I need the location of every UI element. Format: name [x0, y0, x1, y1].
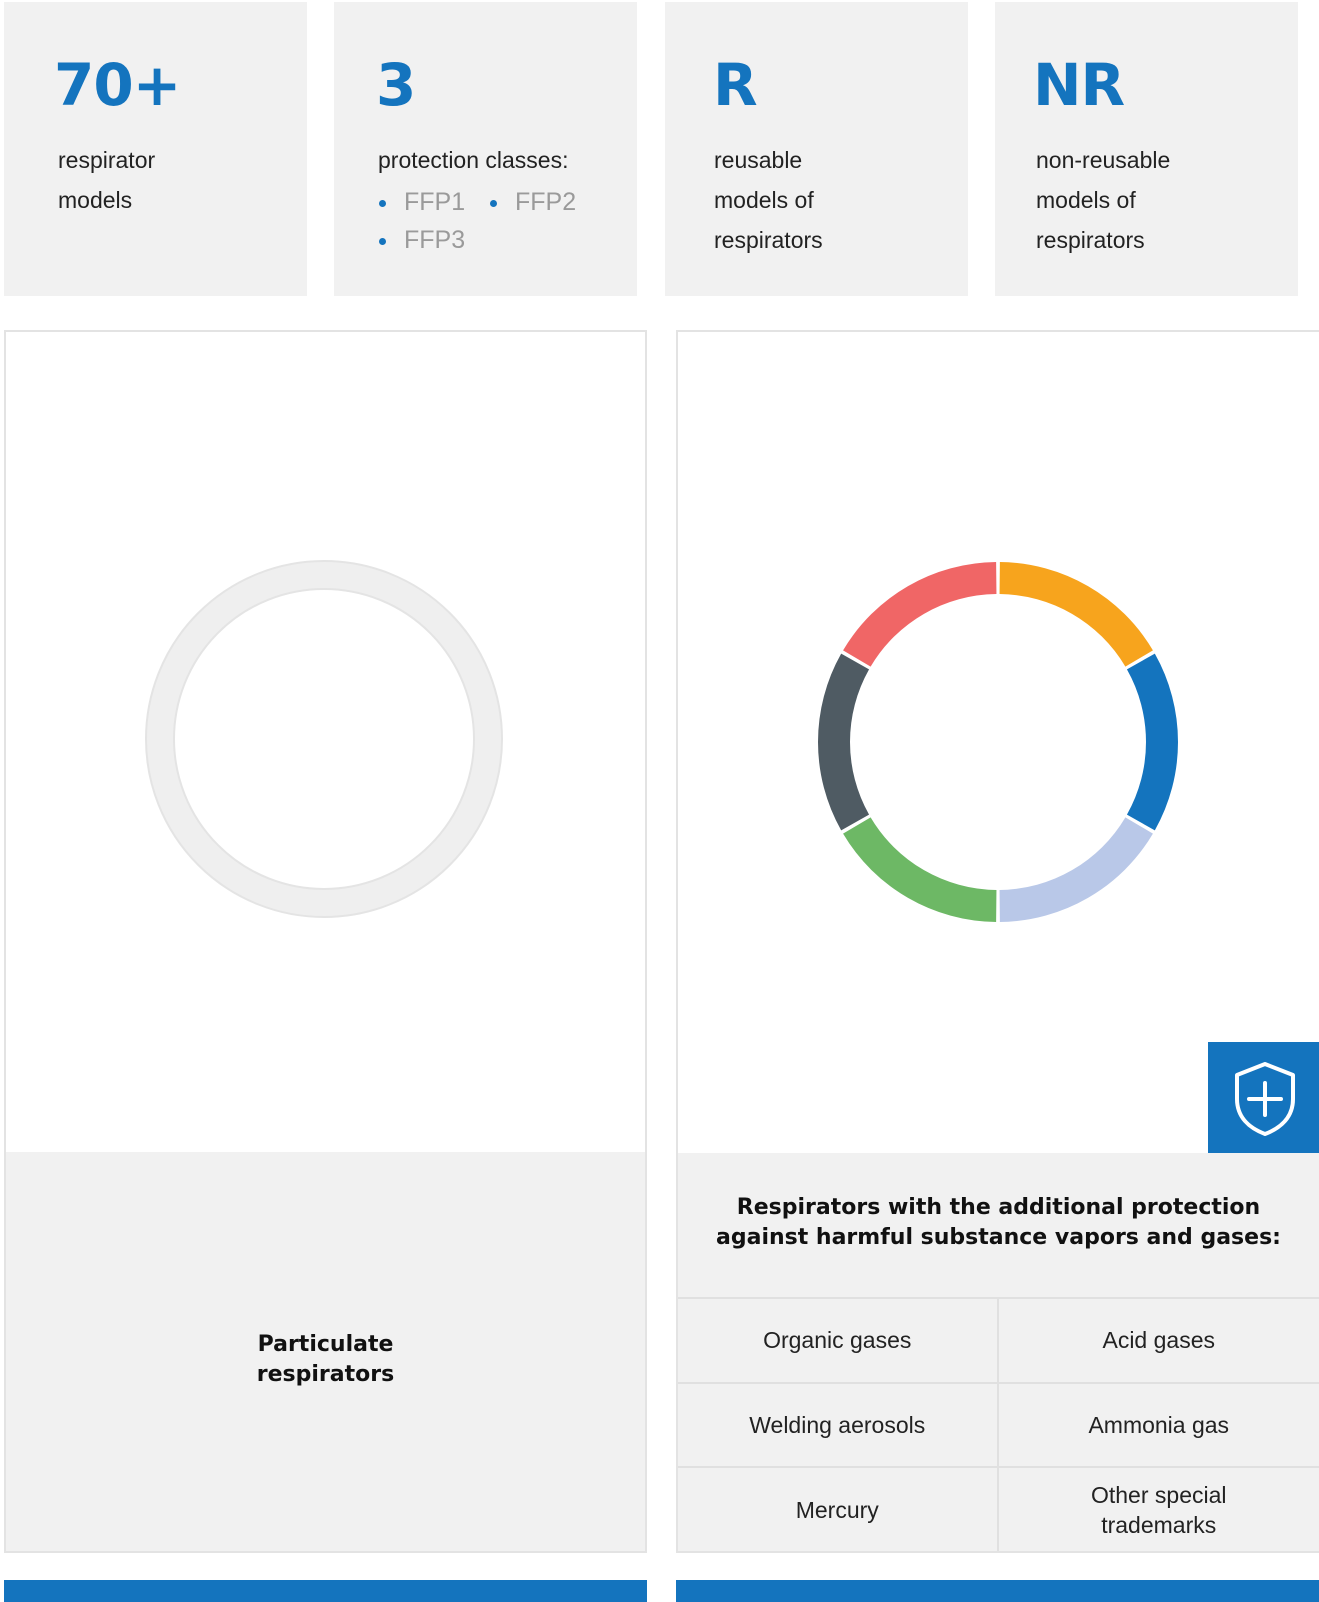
donut-segment-1	[999, 562, 1153, 667]
gas-protection-card[interactable]: Respirators with the additional protecti…	[676, 330, 1319, 1553]
title-line: respirators	[256, 1362, 395, 1387]
stat-value: 70+	[54, 51, 181, 119]
gas-item: Ammonia gas	[998, 1381, 1319, 1467]
donut-segment-3	[999, 817, 1153, 922]
gas-item: Welding aerosols	[678, 1381, 999, 1467]
stat-line: respirators	[714, 227, 823, 253]
stat-description: reusable models of respirators	[714, 140, 823, 260]
gas-footer: Respirators with the additional protecti…	[678, 1153, 1319, 1551]
donut-segment-4	[843, 817, 997, 922]
ring-graphic	[145, 560, 503, 918]
stat-line: reusable	[714, 147, 803, 173]
ring-inner-edge	[173, 588, 475, 890]
particulate-respirators-card[interactable]: Particulate respirators	[4, 330, 647, 1553]
gas-item: Acid gases	[998, 1297, 1319, 1382]
stat-value: NR	[1033, 51, 1125, 119]
bottom-bar-left	[4, 1580, 647, 1602]
stat-card-reusable: R reusable models of respirators	[665, 2, 968, 296]
gas-item-line: Other special	[1090, 1481, 1227, 1508]
donut-segment-5	[818, 653, 870, 831]
particulate-footer: Particulate respirators	[6, 1152, 645, 1551]
stat-line: respirator	[58, 147, 156, 173]
stat-description: non-reusable models of respirators	[1036, 140, 1170, 260]
ring-outline	[146, 561, 502, 917]
stat-value: R	[713, 51, 758, 119]
stat-card-non-reusable: NR non-reusable models of respirators	[995, 2, 1298, 296]
particulate-title: Particulate respirators	[6, 1330, 645, 1390]
stat-description: protection classes:	[378, 140, 568, 180]
stat-description: respirator models	[58, 140, 155, 220]
title-line: Particulate	[257, 1332, 394, 1357]
donut-segment-6	[843, 562, 997, 667]
stat-value: 3	[376, 51, 416, 119]
class-ffp1: FFP1	[379, 182, 465, 222]
stat-line: models of	[714, 187, 814, 213]
stat-line: models of	[1036, 187, 1136, 213]
gas-item: Mercury	[678, 1466, 999, 1551]
gas-title: Respirators with the additional protecti…	[678, 1193, 1319, 1253]
donut-chart	[818, 562, 1178, 922]
gas-type-grid: Organic gases Acid gases Welding aerosol…	[678, 1297, 1319, 1551]
stat-line: models	[58, 187, 133, 213]
stat-line: protection classes:	[378, 147, 569, 173]
stat-card-models: 70+ respirator models	[4, 2, 307, 296]
stat-line: non-reusable	[1036, 147, 1171, 173]
title-line: against harmful substance vapors and gas…	[716, 1225, 1281, 1250]
class-ffp2: FFP2	[490, 182, 576, 222]
shield-button[interactable]	[1208, 1042, 1319, 1155]
title-line: Respirators with the additional protecti…	[736, 1195, 1261, 1220]
bottom-bar-right	[676, 1580, 1319, 1602]
stat-card-protection-classes: 3 protection classes: FFP1 FFP2 FFP3	[334, 2, 637, 296]
gas-item: Organic gases	[678, 1297, 999, 1382]
stat-line: respirators	[1036, 227, 1145, 253]
gas-item: Other special trademarks	[998, 1466, 1319, 1551]
shield-plus-icon	[1234, 1061, 1295, 1136]
gas-item-line: trademarks	[1101, 1511, 1217, 1538]
class-ffp3: FFP3	[379, 220, 465, 260]
donut-segment-2	[1126, 653, 1178, 831]
